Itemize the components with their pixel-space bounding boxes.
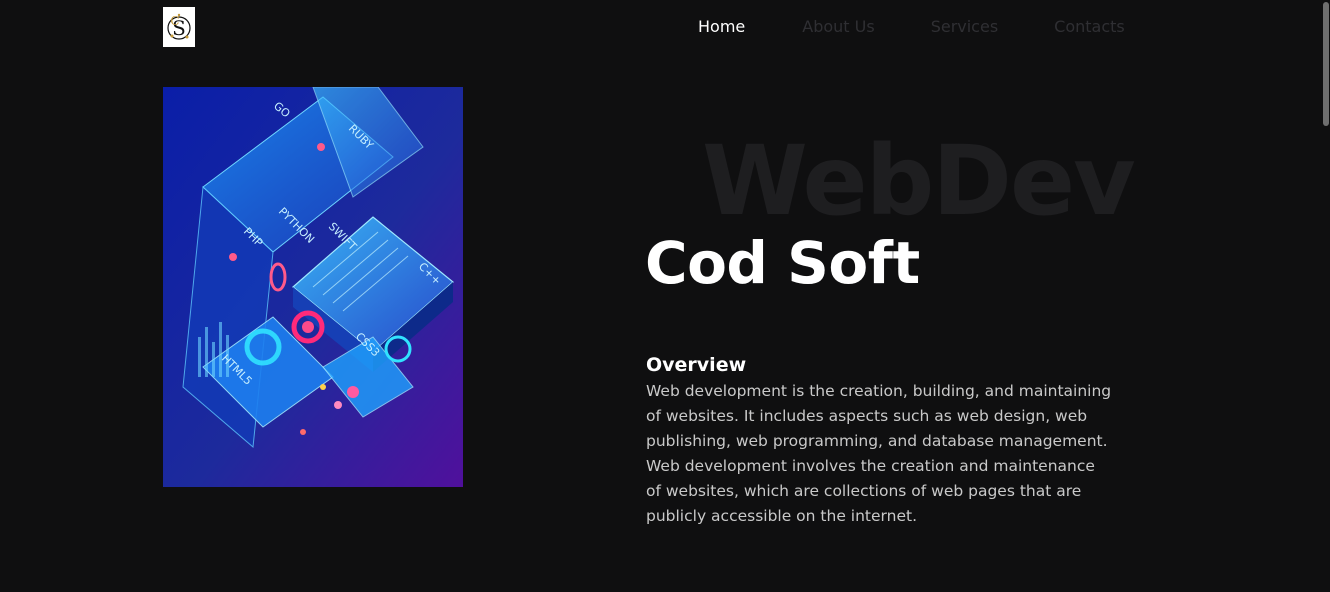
main-nav: Home About Us Services Contacts <box>698 14 1165 40</box>
overview-line: Web development involves the creation an… <box>646 457 1095 475</box>
overview-line: publishing, web programming, and databas… <box>646 432 1108 450</box>
overview-line: Web development is the creation, buildin… <box>646 382 1112 400</box>
nav-about-us[interactable]: About Us <box>802 14 874 40</box>
web-development-illustration: GO RUBY PYTHON SWIFT PHP C++ HTML5 CSS3 <box>163 86 463 487</box>
scrollbar[interactable] <box>1320 0 1330 592</box>
brand-title: Cod Soft <box>645 229 920 297</box>
overview-line: publicly accessible on the internet. <box>646 507 917 525</box>
logo-icon: S C <box>167 13 191 40</box>
overview-line: of websites. It includes aspects such as… <box>646 407 1088 425</box>
nav-contacts[interactable]: Contacts <box>1054 14 1125 40</box>
page: S C Home About Us Services Contacts GO R… <box>0 0 1330 592</box>
nav-home[interactable]: Home <box>698 14 745 40</box>
overview-line: of websites, which are collections of we… <box>646 482 1082 500</box>
overview-heading: Overview <box>646 354 747 376</box>
logo[interactable]: S C <box>163 7 195 47</box>
nav-services[interactable]: Services <box>931 14 998 40</box>
hero-image: GO RUBY PYTHON SWIFT PHP C++ HTML5 CSS3 <box>163 86 463 487</box>
svg-text:C: C <box>170 14 179 28</box>
overview-text: Web development is the creation, buildin… <box>646 379 1136 529</box>
scrollbar-thumb[interactable] <box>1323 2 1329 126</box>
